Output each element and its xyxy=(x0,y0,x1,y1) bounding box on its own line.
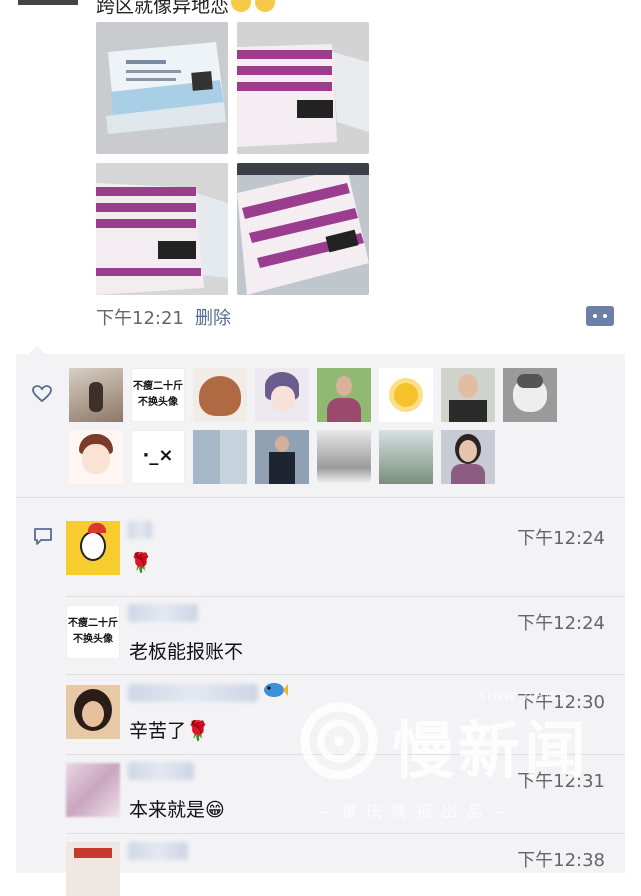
like-avatar-bear[interactable] xyxy=(193,368,247,422)
comment-time-5: 下午12:38 xyxy=(517,850,605,871)
sweat-emoji-icon xyxy=(231,0,252,12)
comment-more-icon[interactable] xyxy=(586,306,614,326)
like-avatar-face-emoticon[interactable]: ·_× xyxy=(131,430,185,484)
post-time: 下午12:21 xyxy=(96,308,184,329)
comment-divider-4 xyxy=(66,833,625,834)
comment-text-1: 🌹 xyxy=(129,552,153,574)
comment-text-4: 本来就是😁 xyxy=(129,799,225,821)
comment-time-1: 下午12:24 xyxy=(517,528,605,549)
comment-avatar-5[interactable] xyxy=(66,842,120,896)
like-avatar-man-glasses[interactable] xyxy=(441,368,495,422)
heart-outline-icon xyxy=(32,385,52,407)
comment-avatar-2[interactable]: 不瘦二十斤 不换头像 xyxy=(66,605,120,659)
photo-tickets-2[interactable] xyxy=(237,22,369,154)
like-avatar-silhouette[interactable] xyxy=(69,368,123,422)
like-avatar-mountain[interactable] xyxy=(379,430,433,484)
comment-name-2[interactable] xyxy=(128,604,198,622)
comment-text-2: 老板能报账不 xyxy=(129,641,244,663)
like-avatar-husky[interactable] xyxy=(503,368,557,422)
like-avatar-girl-cartoon[interactable] xyxy=(69,430,123,484)
like-avatar-woman-2[interactable] xyxy=(441,430,495,484)
likes-divider xyxy=(16,497,625,498)
like-avatar-anime[interactable] xyxy=(255,368,309,422)
like-avatar-woman[interactable] xyxy=(317,368,371,422)
comment-text-3: 辛苦了🌹 xyxy=(129,720,210,742)
photo-tickets-1[interactable] xyxy=(96,22,228,154)
like-avatar-bw-landscape[interactable] xyxy=(317,430,371,484)
watermark-brand: 慢新闻 xyxy=(392,714,591,787)
photo-tickets-4[interactable] xyxy=(237,163,369,295)
photo-tickets-3[interactable] xyxy=(96,163,228,295)
like-avatar-sun[interactable] xyxy=(379,368,433,422)
sweat-emoji-icon xyxy=(255,0,276,12)
comment-avatar-4[interactable] xyxy=(66,763,120,817)
comment-time-2: 下午12:24 xyxy=(517,613,605,634)
comment-name-3[interactable] xyxy=(128,684,258,702)
comment-divider-2 xyxy=(66,674,625,675)
comment-bubble-icon xyxy=(33,527,53,550)
comment-avatar-3[interactable] xyxy=(66,685,120,739)
fish-emoji-icon xyxy=(262,680,288,700)
like-avatar-collage[interactable] xyxy=(193,430,247,484)
comment-avatar-1[interactable] xyxy=(66,521,120,575)
watermark-logo-icon xyxy=(298,700,380,786)
watermark-subtitle: — 重 庆 晚 报 出 品 — xyxy=(316,802,510,821)
comment-name-5[interactable] xyxy=(128,842,188,860)
comment-name-4[interactable] xyxy=(128,762,194,780)
cropped-avatar[interactable] xyxy=(18,0,78,5)
post-text: 跨区就像异地恋 xyxy=(96,0,276,18)
comment-name-1[interactable] xyxy=(128,521,152,539)
delete-link[interactable]: 删除 xyxy=(195,304,231,330)
like-avatar-sticker[interactable]: 不瘦二十斤 不换头像 xyxy=(131,368,185,422)
comment-divider-1 xyxy=(66,596,625,597)
like-avatar-man-suit[interactable] xyxy=(255,430,309,484)
